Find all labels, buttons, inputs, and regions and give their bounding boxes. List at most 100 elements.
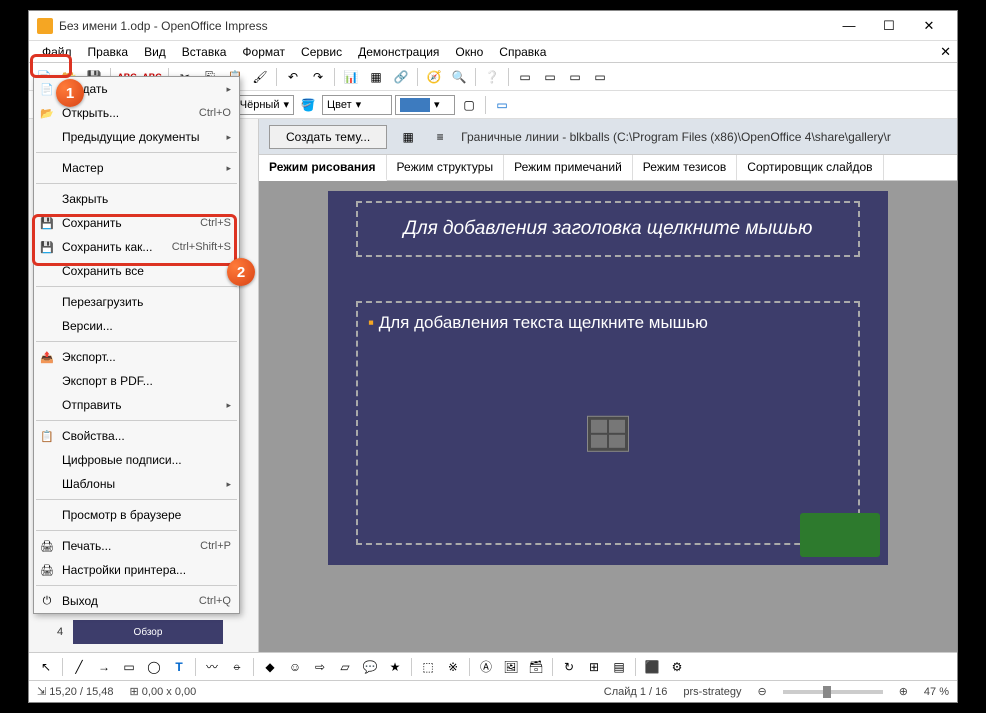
extrusion-icon[interactable]: ⬛ (641, 656, 663, 678)
help-icon[interactable]: ❔ (481, 66, 503, 88)
close-button[interactable]: ✕ (909, 13, 949, 39)
curve-icon[interactable]: 〰 (201, 656, 223, 678)
navigator-icon[interactable]: 🧭 (423, 66, 445, 88)
menu-wizard[interactable]: Мастер▸ (34, 156, 239, 180)
menu-recent[interactable]: Предыдущие документы▸ (34, 125, 239, 149)
gallery-view-icons-icon[interactable]: ▦ (397, 126, 419, 148)
zoom-slider[interactable] (783, 690, 883, 694)
menu-psettings[interactable]: 🖨Настройки принтера... (34, 558, 239, 582)
menu-exportpdf[interactable]: Экспорт в PDF... (34, 369, 239, 393)
menu-edit[interactable]: Правка (81, 43, 136, 61)
new-theme-button[interactable]: Создать тему... (269, 125, 387, 149)
hyperlink-icon[interactable]: 🔗 (390, 66, 412, 88)
slide-layout-icon[interactable]: ▭ (564, 66, 586, 88)
gallery-view-list-icon[interactable]: ≡ (429, 126, 451, 148)
interaction-icon[interactable]: ⚙ (666, 656, 688, 678)
zoom-out-icon[interactable]: ⊖ (757, 685, 766, 698)
slide-thumb[interactable]: Обзор (73, 620, 223, 644)
slide-title-placeholder[interactable]: Для добавления заголовка щелкните мышью (356, 201, 860, 257)
menu-reload[interactable]: Перезагрузить (34, 290, 239, 314)
menu-export[interactable]: 📤Экспорт... (34, 345, 239, 369)
tab-notes[interactable]: Режим примечаний (504, 155, 633, 180)
menu-view[interactable]: Вид (137, 43, 173, 61)
table-icon[interactable]: ▦ (365, 66, 387, 88)
menu-insert[interactable]: Вставка (175, 43, 234, 61)
menu-slideshow[interactable]: Демонстрация (351, 43, 446, 61)
statusbar: ⇲ 15,20 / 15,48 ⊞ 0,00 x 0,00 Слайд 1 / … (29, 680, 957, 702)
block-arrows-icon[interactable]: ⇨ (309, 656, 331, 678)
menu-print[interactable]: 🖨Печать...Ctrl+P (34, 534, 239, 558)
slideshow-icon[interactable]: ▭ (491, 94, 513, 116)
ellipse-icon[interactable]: ◯ (143, 656, 165, 678)
props-icon: 📋 (39, 428, 55, 444)
status-cursor-pos: ⇲ 15,20 / 15,48 (37, 685, 114, 698)
zoom-icon[interactable]: 🔍 (448, 66, 470, 88)
menu-format[interactable]: Формат (235, 43, 292, 61)
menu-saveall[interactable]: Сохранить все (34, 259, 239, 283)
chart-icon[interactable]: 📊 (340, 66, 362, 88)
content-layout-icon[interactable] (587, 416, 629, 452)
brush-icon[interactable]: 🖌 (249, 66, 271, 88)
line-icon[interactable]: ╱ (68, 656, 90, 678)
fontwork-icon[interactable]: Ⓐ (475, 656, 497, 678)
slide-icon[interactable]: ▭ (514, 66, 536, 88)
tab-sorter[interactable]: Сортировщик слайдов (737, 155, 883, 180)
align-icon[interactable]: ⊞ (583, 656, 605, 678)
menu-sig[interactable]: Цифровые подписи... (34, 448, 239, 472)
slide-design-icon[interactable]: ▭ (539, 66, 561, 88)
slide-clipart (800, 513, 880, 557)
menu-save[interactable]: 💾СохранитьCtrl+S (34, 211, 239, 235)
points-icon[interactable]: ⬚ (417, 656, 439, 678)
glue-icon[interactable]: ※ (442, 656, 464, 678)
callouts-icon[interactable]: 💬 (359, 656, 381, 678)
minimize-button[interactable]: — (829, 13, 869, 39)
tab-drawing[interactable]: Режим рисования (259, 155, 387, 181)
stars-icon[interactable]: ★ (384, 656, 406, 678)
maximize-button[interactable]: ☐ (869, 13, 909, 39)
menu-tools[interactable]: Сервис (294, 43, 349, 61)
menu-send[interactable]: Отправить▸ (34, 393, 239, 417)
rect-icon[interactable]: ▭ (118, 656, 140, 678)
gallery-icon[interactable]: 🗃 (525, 656, 547, 678)
fill-color-combo[interactable]: ▾ (395, 95, 455, 115)
from-file-icon[interactable]: 🖼 (500, 656, 522, 678)
shadow-icon[interactable]: ▢ (458, 94, 480, 116)
menu-saveas[interactable]: 💾Сохранить как...Ctrl+Shift+S (34, 235, 239, 259)
menu-exit[interactable]: ⏻ВыходCtrl+Q (34, 589, 239, 613)
menu-close[interactable]: Закрыть (34, 187, 239, 211)
menu-help[interactable]: Справка (492, 43, 553, 61)
connector-icon[interactable]: ⦵ (226, 656, 248, 678)
open-folder-icon: 📂 (39, 105, 55, 121)
symbol-shapes-icon[interactable]: ☺ (284, 656, 306, 678)
menu-window[interactable]: Окно (448, 43, 490, 61)
redo-icon[interactable]: ↷ (307, 66, 329, 88)
zoom-in-icon[interactable]: ⊕ (899, 685, 908, 698)
tab-outline[interactable]: Режим структуры (387, 155, 505, 180)
printer-settings-icon: 🖨 (39, 562, 55, 578)
saveas-disk-icon: 💾 (39, 239, 55, 255)
rotate-icon[interactable]: ↻ (558, 656, 580, 678)
text-icon[interactable]: T (168, 656, 190, 678)
doc-close-icon[interactable]: ✕ (940, 44, 951, 60)
tab-handout[interactable]: Режим тезисов (633, 155, 738, 180)
menu-file[interactable]: Файл (35, 43, 79, 61)
slide-body-placeholder[interactable]: Для добавления текста щелкните мышью (356, 301, 860, 545)
view-tabs: Режим рисования Режим структуры Режим пр… (259, 155, 957, 181)
arrange-icon[interactable]: ▤ (608, 656, 630, 678)
fill-type-combo[interactable]: Цвет ▾ (322, 95, 392, 115)
select-icon[interactable]: ↖ (35, 656, 57, 678)
flowchart-icon[interactable]: ▱ (334, 656, 356, 678)
exit-icon: ⏻ (39, 593, 55, 609)
arrow-icon[interactable]: → (93, 656, 115, 678)
basic-shapes-icon[interactable]: ◆ (259, 656, 281, 678)
undo-icon[interactable]: ↶ (282, 66, 304, 88)
menu-versions[interactable]: Версии... (34, 314, 239, 338)
menu-preview[interactable]: Просмотр в браузере (34, 503, 239, 527)
fill-icon[interactable]: 🪣 (297, 94, 319, 116)
slide[interactable]: Для добавления заголовка щелкните мышью … (328, 191, 888, 565)
canvas[interactable]: Для добавления заголовка щелкните мышью … (259, 181, 957, 652)
presentation-icon[interactable]: ▭ (589, 66, 611, 88)
menu-props[interactable]: 📋Свойства... (34, 424, 239, 448)
menubar: Файл Правка Вид Вставка Формат Сервис Де… (29, 41, 957, 63)
menu-templates[interactable]: Шаблоны▸ (34, 472, 239, 496)
